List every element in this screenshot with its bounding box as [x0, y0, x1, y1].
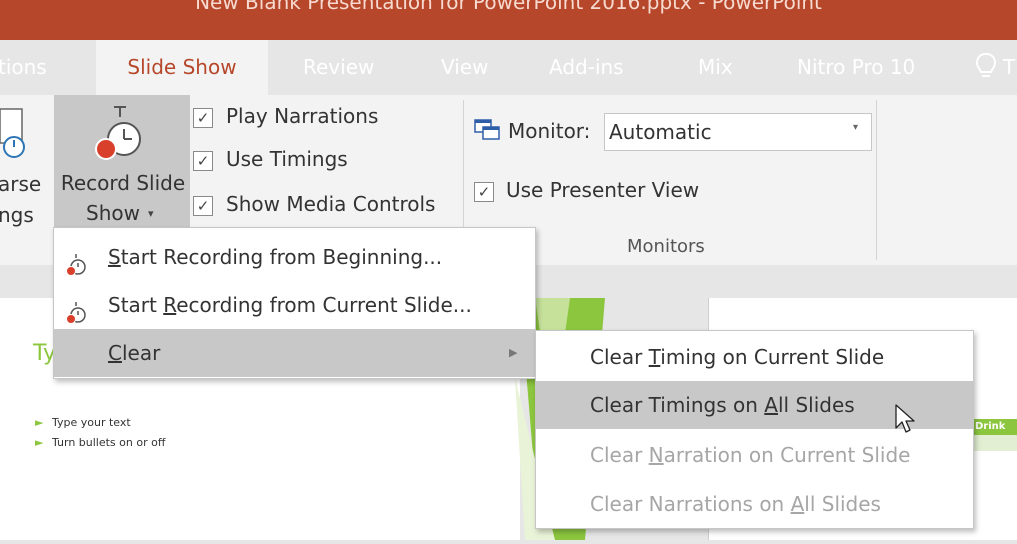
- monitor-select-value: Automatic: [609, 120, 712, 144]
- checkmark-icon: ✓: [193, 108, 213, 128]
- record-slide-show-button[interactable]: Record Slide Show ▾: [54, 95, 190, 235]
- use-timings-label: Use Timings: [226, 147, 348, 171]
- slide-bullet[interactable]: ► Type your text: [35, 416, 131, 429]
- clear-timing-current-item[interactable]: Clear Timing on Current Slide: [536, 334, 973, 381]
- tab-slide-show[interactable]: Slide Show: [96, 40, 268, 95]
- start-recording-current-item[interactable]: Start Recording from Current Slide...: [54, 279, 535, 331]
- bullet-arrow-icon: ►: [35, 416, 44, 429]
- tab-add-ins[interactable]: Add-ins: [549, 40, 624, 95]
- table-row: [971, 435, 1017, 451]
- checkmark-icon: ✓: [193, 151, 213, 171]
- monitors-group-label: Monitors: [627, 236, 705, 257]
- chevron-down-icon: ▾: [148, 207, 154, 220]
- tab-review[interactable]: Review: [303, 40, 374, 95]
- monitor-label: Monitor:: [508, 119, 591, 143]
- rehearse-label-2[interactable]: ngs: [0, 203, 34, 227]
- use-presenter-view-label: Use Presenter View: [506, 178, 700, 202]
- rehearse-label-1[interactable]: arse: [0, 172, 41, 196]
- tab-animations[interactable]: tions: [0, 40, 78, 95]
- window-title: New Blank Presentation for PowerPoint 20…: [195, 0, 822, 14]
- record-label-2: Show: [86, 201, 140, 225]
- clear-narrations-all-item[interactable]: Clear Narrations on All Slides: [536, 481, 973, 528]
- drink-label: Drink: [971, 419, 1017, 435]
- clear-menu-item[interactable]: Clear ▶: [54, 329, 535, 377]
- record-dropdown-menu: Start Recording from Beginning... Start …: [53, 227, 536, 379]
- monitor-icon: [474, 119, 502, 147]
- checkmark-icon: ✓: [474, 182, 494, 202]
- tab-nitro-pro[interactable]: Nitro Pro 10: [797, 40, 915, 95]
- record-timer-icon: [92, 103, 148, 169]
- show-media-controls-label: Show Media Controls: [226, 192, 436, 216]
- slide-bullet[interactable]: ► Turn bullets on or off: [35, 436, 165, 449]
- chevron-right-icon: ▶: [509, 346, 518, 359]
- title-bar: New Blank Presentation for PowerPoint 20…: [0, 0, 1017, 40]
- tab-mix[interactable]: Mix: [698, 40, 733, 95]
- cursor-arrow-icon: [895, 404, 917, 440]
- monitor-select[interactable]: Automatic ▾: [604, 113, 872, 151]
- chevron-down-icon: ▾: [853, 122, 859, 133]
- rehearse-timings-icon[interactable]: [0, 107, 30, 163]
- lightbulb-icon[interactable]: [975, 52, 997, 86]
- group-divider: [876, 100, 877, 260]
- start-recording-beginning-item[interactable]: Start Recording from Beginning...: [54, 231, 535, 283]
- tab-view[interactable]: View: [441, 40, 488, 95]
- bullet-arrow-icon: ►: [35, 436, 44, 449]
- play-narrations-label: Play Narrations: [226, 104, 379, 128]
- record-label-1: Record Slide: [60, 171, 186, 195]
- checkmark-icon: ✓: [193, 196, 213, 216]
- tab-tell-me[interactable]: T: [1003, 40, 1015, 95]
